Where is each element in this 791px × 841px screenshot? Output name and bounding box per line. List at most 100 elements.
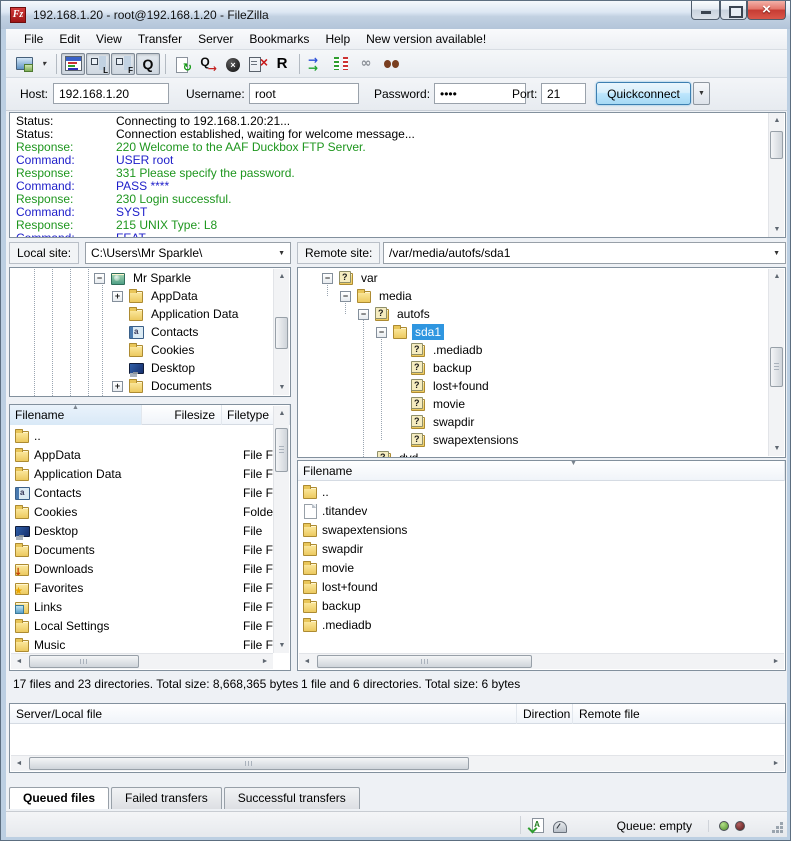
scroll-down-arrow[interactable]: ▼ <box>769 222 785 237</box>
remote-file-row[interactable]: lost+found <box>298 577 785 596</box>
column-header-remote-file[interactable]: Remote file <box>573 704 785 724</box>
tree-expander[interactable] <box>112 345 123 356</box>
local-file-row[interactable]: Desktop File <box>10 521 273 540</box>
tree-expander[interactable] <box>394 363 405 374</box>
toggle-message-log-button[interactable] <box>61 53 85 75</box>
process-queue-button[interactable]: Q <box>195 53 219 75</box>
chevron-down-icon[interactable]: ▼ <box>773 250 780 257</box>
site-manager-dropdown[interactable]: ▾ <box>37 53 51 75</box>
queue-hscrollbar[interactable]: ◄ ► <box>11 755 784 771</box>
queue-hscrollbar-thumb[interactable] <box>29 757 469 770</box>
toggle-local-tree-button[interactable]: L <box>86 53 110 75</box>
scroll-left-arrow[interactable]: ◄ <box>11 756 27 771</box>
tree-expander[interactable]: − <box>376 327 387 338</box>
local-file-row[interactable]: Music File Folder <box>10 635 273 653</box>
remote-list-hscrollbar-thumb[interactable] <box>317 655 532 668</box>
local-tree-item[interactable]: + Documents <box>10 377 273 395</box>
local-tree-item[interactable]: − Mr Sparkle <box>10 269 273 287</box>
tree-expander[interactable] <box>394 399 405 410</box>
local-tree-item[interactable]: + AppData <box>10 287 273 305</box>
cancel-operation-button[interactable]: × <box>220 53 244 75</box>
local-file-row[interactable]: Links File Folder <box>10 597 273 616</box>
remote-list-hscrollbar[interactable]: ◄ ► <box>299 653 784 669</box>
tree-expander[interactable] <box>112 363 123 374</box>
local-file-row[interactable]: Local Settings File Folder <box>10 616 273 635</box>
remote-tree-scrollbar-thumb[interactable] <box>770 347 783 387</box>
maximize-button[interactable] <box>720 1 747 20</box>
tree-expander[interactable] <box>394 345 405 356</box>
log-scrollbar-thumb[interactable] <box>770 131 783 159</box>
scroll-up-arrow[interactable]: ▲ <box>274 406 290 421</box>
remote-file-row[interactable]: swapdir <box>298 539 785 558</box>
refresh-button[interactable]: ↻ <box>170 53 194 75</box>
tree-expander[interactable] <box>394 417 405 428</box>
remote-tree-item[interactable]: − sda1 <box>298 323 768 341</box>
remote-tree-item[interactable]: − autofs <box>298 305 768 323</box>
log-scrollbar[interactable]: ▲ ▼ <box>768 113 784 237</box>
local-list-hscrollbar[interactable]: ◄ ► <box>11 653 273 669</box>
remote-tree-scrollbar[interactable]: ▲ ▼ <box>768 269 784 456</box>
tree-expander[interactable]: − <box>322 273 333 284</box>
local-tree-item[interactable]: Application Data <box>10 305 273 323</box>
remote-file-row[interactable]: .titandev <box>298 501 785 520</box>
remote-file-row[interactable]: swapextensions <box>298 520 785 539</box>
disconnect-button[interactable]: × <box>245 53 269 75</box>
column-header-direction[interactable]: Direction <box>517 704 573 724</box>
chevron-down-icon[interactable]: ▼ <box>278 250 285 257</box>
scroll-left-arrow[interactable]: ◄ <box>11 654 27 669</box>
compare-transfer-arrows-button[interactable] <box>304 53 328 75</box>
tree-expander[interactable]: − <box>94 273 105 284</box>
column-header-filename[interactable]: Filename ▲ <box>10 405 142 425</box>
local-tree-item[interactable]: Contacts <box>10 323 273 341</box>
scroll-right-arrow[interactable]: ► <box>768 756 784 771</box>
scroll-up-arrow[interactable]: ▲ <box>274 269 290 284</box>
directory-comparison-button[interactable] <box>329 53 353 75</box>
local-list-vscrollbar[interactable]: ▲ ▼ <box>273 406 289 653</box>
remote-file-row[interactable]: .mediadb <box>298 615 785 634</box>
column-header-filesize[interactable]: Filesize <box>142 405 222 425</box>
menu-item[interactable]: Edit <box>51 29 88 49</box>
host-input[interactable]: 192.168.1.20 <box>53 83 169 104</box>
remote-site-combobox[interactable]: /var/media/autofs/sda1 ▼ <box>383 242 786 264</box>
toggle-queue-button[interactable]: Q <box>136 53 160 75</box>
scroll-down-arrow[interactable]: ▼ <box>274 380 290 395</box>
column-header-filename[interactable]: Filename ▼ <box>298 461 785 481</box>
queue-tab[interactable]: Failed transfers <box>111 787 222 809</box>
remote-tree-item[interactable]: movie <box>298 395 768 413</box>
local-file-row[interactable]: Contacts File Folder <box>10 483 273 502</box>
tree-expander[interactable]: + <box>112 381 123 392</box>
remote-tree-item[interactable]: swapextensions <box>298 431 768 449</box>
find-files-button[interactable] <box>379 53 403 75</box>
tree-expander[interactable] <box>112 309 123 320</box>
remote-file-row[interactable]: .. <box>298 482 785 501</box>
queue-tab[interactable]: Successful transfers <box>224 787 360 809</box>
menu-item[interactable]: Server <box>190 29 241 49</box>
local-file-row[interactable]: Application Data File Folder <box>10 464 273 483</box>
menu-item[interactable]: Help <box>317 29 358 49</box>
scroll-up-arrow[interactable]: ▲ <box>769 113 785 128</box>
local-tree-scrollbar-thumb[interactable] <box>275 317 288 349</box>
menu-item[interactable]: Bookmarks <box>241 29 317 49</box>
tree-expander[interactable]: − <box>358 309 369 320</box>
tree-expander[interactable] <box>394 435 405 446</box>
title-bar[interactable]: Fz 192.168.1.20 - root@192.168.1.20 - Fi… <box>1 1 791 29</box>
queue-tab[interactable]: Queued files <box>9 787 109 809</box>
menu-item[interactable]: View <box>88 29 130 49</box>
menu-item[interactable]: File <box>16 29 51 49</box>
remote-file-row[interactable]: backup <box>298 596 785 615</box>
remote-tree-item[interactable]: .mediadb <box>298 341 768 359</box>
local-file-row[interactable]: Downloads File Folder <box>10 559 273 578</box>
close-button[interactable] <box>747 1 786 20</box>
local-tree-scrollbar[interactable]: ▲ ▼ <box>273 269 289 395</box>
scroll-right-arrow[interactable]: ► <box>257 654 273 669</box>
remote-tree-item[interactable]: swapdir <box>298 413 768 431</box>
local-list-scrollbar-thumb[interactable] <box>275 428 288 472</box>
quickconnect-dropdown[interactable]: ▼ <box>693 82 710 105</box>
site-manager-button[interactable] <box>12 53 36 75</box>
tree-expander[interactable]: + <box>112 291 123 302</box>
local-tree-item[interactable]: + Downloads <box>10 395 273 396</box>
remote-tree-item[interactable]: − var <box>298 269 768 287</box>
scroll-down-arrow[interactable]: ▼ <box>274 638 290 653</box>
local-file-row[interactable]: .. <box>10 426 273 445</box>
local-site-combobox[interactable]: C:\Users\Mr Sparkle\ ▼ <box>85 242 291 264</box>
